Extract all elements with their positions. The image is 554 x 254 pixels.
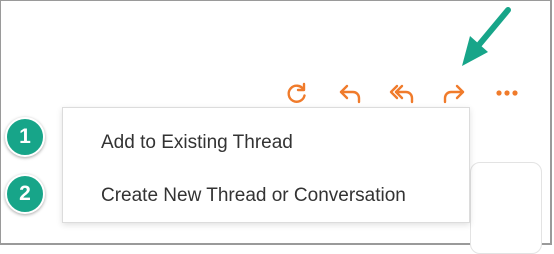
menu-item-create-new-thread[interactable]: Create New Thread or Conversation	[101, 185, 406, 207]
reply-icon[interactable]	[337, 80, 363, 106]
menu-item-add-to-existing-thread[interactable]: Add to Existing Thread	[101, 132, 293, 154]
background-card	[470, 162, 542, 254]
thread-options-menu: Add to Existing Thread Create New Thread…	[62, 107, 470, 223]
step-badge-2: 2	[5, 174, 45, 214]
reply-all-icon[interactable]	[389, 80, 415, 106]
step-badge-1: 1	[5, 117, 45, 157]
refresh-icon[interactable]	[284, 80, 310, 106]
more-icon[interactable]	[494, 80, 520, 106]
forward-icon[interactable]	[441, 80, 467, 106]
